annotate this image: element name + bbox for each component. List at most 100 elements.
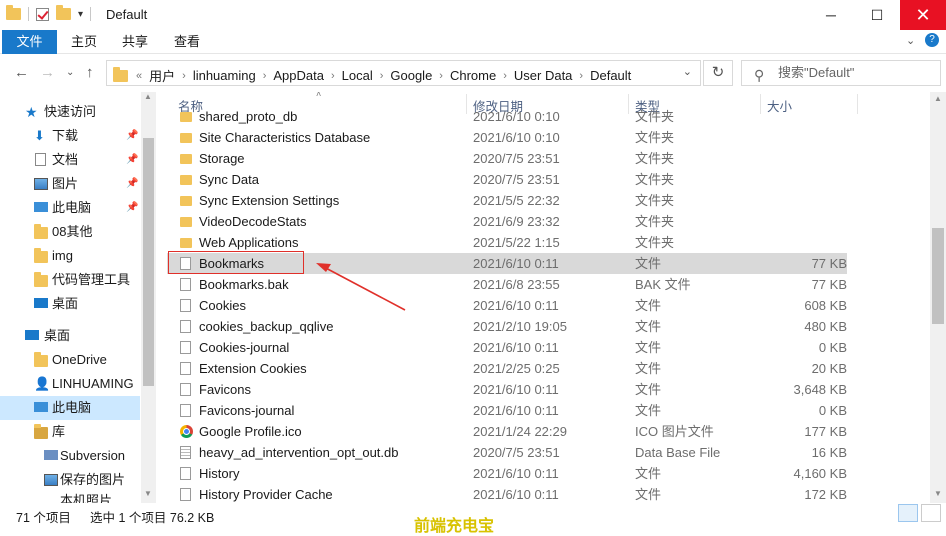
new-folder-icon[interactable] bbox=[56, 5, 71, 20]
nav-desktop[interactable]: 桌面 bbox=[0, 324, 140, 348]
breadcrumb-appdata[interactable]: AppData bbox=[268, 68, 329, 83]
close-button[interactable]: ✕ bbox=[900, 0, 946, 30]
nav-this-pc[interactable]: 此电脑 bbox=[0, 396, 140, 420]
nav-user[interactable]: 👤 LINHUAMING bbox=[0, 372, 140, 396]
table-row[interactable]: History 2021/6/10 0:11 文件 4,160 KB bbox=[167, 463, 847, 484]
quick-access-toolbar-dropdown-icon[interactable]: ▾ bbox=[78, 9, 83, 20]
scroll-up-icon[interactable]: ▲ bbox=[144, 92, 152, 101]
scroll-up-icon[interactable]: ▲ bbox=[934, 94, 942, 103]
chevron-right-icon[interactable]: › bbox=[329, 70, 337, 82]
nav-subversion[interactable]: Subversion bbox=[0, 444, 140, 468]
table-row[interactable]: Cookies 2021/6/10 0:11 文件 608 KB bbox=[167, 295, 847, 316]
picture-icon bbox=[34, 178, 48, 190]
table-row[interactable]: Storage 2020/7/5 23:51 文件夹 bbox=[167, 148, 847, 169]
nav-scrollbar[interactable]: ▲ ▼ bbox=[141, 92, 156, 503]
file-list-scrollbar-thumb[interactable] bbox=[932, 228, 944, 324]
large-icons-view-icon[interactable] bbox=[921, 504, 941, 522]
maximize-button[interactable]: ☐ bbox=[854, 0, 900, 30]
address-dropdown-icon[interactable]: ⌄ bbox=[683, 65, 692, 78]
breadcrumb-local[interactable]: Local bbox=[337, 68, 378, 83]
table-row[interactable]: Favicons 2021/6/10 0:11 文件 3,648 KB bbox=[167, 379, 847, 400]
breadcrumb-user-data[interactable]: User Data bbox=[509, 68, 578, 83]
refresh-button[interactable]: ↻ bbox=[703, 60, 733, 86]
scroll-down-icon[interactable]: ▼ bbox=[934, 489, 942, 498]
nav-saved-pictures[interactable]: 保存的图片 bbox=[0, 468, 140, 492]
recent-locations-icon[interactable]: ⌄ bbox=[66, 67, 74, 78]
chevron-right-icon[interactable]: › bbox=[501, 70, 509, 82]
chevron-right-icon[interactable]: › bbox=[261, 70, 269, 82]
file-date: 2021/6/8 23:55 bbox=[473, 277, 560, 292]
nav-library[interactable]: 库 bbox=[0, 420, 140, 444]
table-row[interactable]: Favicons-journal 2021/6/10 0:11 文件 0 KB bbox=[167, 400, 847, 421]
nav-img[interactable]: img bbox=[0, 244, 140, 268]
file-list-scrollbar[interactable]: ▲ ▼ bbox=[930, 92, 946, 503]
address-bar[interactable]: « 用户 › linhuaming › AppData › Local › Google… bbox=[106, 60, 701, 86]
nav-onedrive[interactable]: OneDrive bbox=[0, 348, 140, 372]
table-row[interactable]: Sync Data 2020/7/5 23:51 文件夹 bbox=[167, 169, 847, 190]
document-icon bbox=[35, 153, 46, 166]
overflow-icon[interactable]: « bbox=[134, 70, 144, 82]
nav-downloads[interactable]: ⬇ 下载 📌 bbox=[0, 124, 140, 148]
nav-documents[interactable]: 文档 📌 bbox=[0, 148, 140, 172]
ribbon-expand-icon[interactable]: ⌄ bbox=[906, 34, 915, 47]
forward-icon[interactable]: → bbox=[40, 64, 55, 81]
scroll-down-icon[interactable]: ▼ bbox=[144, 489, 152, 498]
tab-file[interactable]: 文件 bbox=[2, 30, 57, 54]
folder-icon bbox=[34, 352, 48, 367]
tab-share[interactable]: 共享 bbox=[108, 30, 162, 54]
table-row[interactable]: History Provider Cache 2021/6/10 0:11 文件 17… bbox=[167, 484, 847, 503]
table-row[interactable]: VideoDecodeStats 2021/6/9 23:32 文件夹 bbox=[167, 211, 847, 232]
tab-view[interactable]: 查看 bbox=[160, 30, 214, 54]
help-icon[interactable]: ? bbox=[925, 33, 939, 47]
chevron-right-icon[interactable]: › bbox=[378, 70, 386, 82]
minimize-button[interactable]: ─ bbox=[808, 0, 854, 30]
table-row[interactable]: Sync Extension Settings 2021/5/5 22:32 文件夹 bbox=[167, 190, 847, 211]
nav-scrollbar-thumb[interactable] bbox=[143, 138, 154, 386]
pin-icon: 📌 bbox=[126, 178, 139, 189]
table-row[interactable]: Site Characteristics Database 2021/6/10 0… bbox=[167, 127, 847, 148]
table-row[interactable]: cookies_backup_qqlive 2021/2/10 19:05 文件 48… bbox=[167, 316, 847, 337]
pin-icon: 📌 bbox=[126, 154, 139, 165]
chevron-right-icon[interactable]: › bbox=[180, 70, 188, 82]
nav-this-pc-pinned[interactable]: 此电脑 📌 bbox=[0, 196, 140, 220]
table-row[interactable]: Bookmarks.bak 2021/6/8 23:55 BAK 文件 77 KB bbox=[167, 274, 847, 295]
nav-08other[interactable]: 08其他 bbox=[0, 220, 140, 244]
column-divider[interactable] bbox=[857, 94, 858, 114]
table-row[interactable]: Extension Cookies 2021/2/25 0:25 文件 20 KB bbox=[167, 358, 847, 379]
file-icon bbox=[180, 362, 191, 375]
table-row[interactable]: heavy_ad_intervention_opt_out.db 2020/7/5… bbox=[167, 442, 847, 463]
file-type: 文件夹 bbox=[635, 193, 675, 208]
file-size: 608 KB bbox=[804, 298, 847, 313]
folder-icon bbox=[34, 248, 48, 263]
nav-code-tools[interactable]: 代码管理工具 bbox=[0, 268, 140, 292]
file-name: Storage bbox=[199, 151, 245, 166]
breadcrumb-default[interactable]: Default bbox=[585, 68, 636, 83]
nav-pictures[interactable]: 图片 📌 bbox=[0, 172, 140, 196]
table-row[interactable]: Google Profile.ico 2021/1/24 22:29 ICO 图片文… bbox=[167, 421, 847, 442]
user-icon: 👤 bbox=[34, 376, 51, 391]
table-row[interactable]: shared_proto_db 2021/6/10 0:10 文件夹 bbox=[167, 106, 847, 127]
file-date: 2021/6/10 0:11 bbox=[473, 382, 559, 397]
breadcrumb-user[interactable]: linhuaming bbox=[188, 68, 261, 83]
nav-desktop-pinned[interactable]: 桌面 bbox=[0, 292, 140, 316]
chevron-right-icon[interactable]: › bbox=[437, 70, 445, 82]
search-input[interactable]: ⚲ 搜索"Default" bbox=[741, 60, 941, 86]
properties-icon[interactable] bbox=[36, 7, 49, 21]
breadcrumb-google[interactable]: Google bbox=[385, 68, 437, 83]
tab-home[interactable]: 主页 bbox=[57, 30, 111, 54]
chevron-right-icon[interactable]: › bbox=[577, 70, 585, 82]
details-view-icon[interactable] bbox=[898, 504, 918, 522]
file-type: 文件 bbox=[635, 340, 662, 355]
breadcrumb-users[interactable]: 用户 bbox=[144, 66, 180, 85]
nav-local-photos[interactable]: 本机照片 bbox=[0, 492, 140, 503]
download-icon: ⬇ bbox=[34, 128, 45, 143]
table-row[interactable]: Web Applications 2021/5/22 1:15 文件夹 bbox=[167, 232, 847, 253]
file-date: 2020/7/5 23:51 bbox=[473, 151, 560, 166]
back-icon[interactable]: ← bbox=[14, 64, 29, 81]
file-name: heavy_ad_intervention_opt_out.db bbox=[199, 445, 399, 460]
breadcrumb-chrome[interactable]: Chrome bbox=[445, 68, 501, 83]
file-name: Extension Cookies bbox=[199, 361, 307, 376]
nav-quick-access[interactable]: ★ 快速访问 bbox=[0, 100, 140, 124]
table-row[interactable]: Cookies-journal 2021/6/10 0:11 文件 0 KB bbox=[167, 337, 847, 358]
up-icon[interactable]: ↑ bbox=[86, 64, 94, 81]
